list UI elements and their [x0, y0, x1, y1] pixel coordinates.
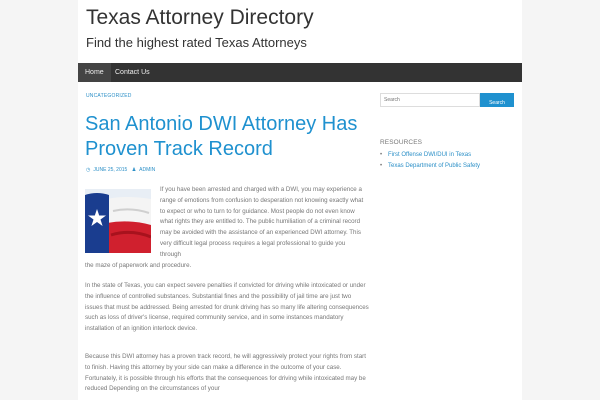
texas-flag-image: [85, 189, 151, 253]
resource-link-first-offense[interactable]: First Offense DWI/DUI in Texas: [380, 152, 471, 158]
resources-widget-title: RESOURCES: [380, 139, 423, 146]
nav-item-home[interactable]: Home: [78, 63, 111, 82]
post-paragraph-1-continued: the maze of paperwork and procedure.: [85, 262, 192, 269]
resource-link-public-safety[interactable]: Texas Department of Public Safety: [380, 163, 480, 169]
post-meta: ◷ JUNE 25, 2015 ♟ ADMIN: [86, 167, 158, 173]
user-icon: ♟: [131, 167, 137, 173]
post-paragraph-3: Because this DWI attorney has a proven t…: [85, 353, 366, 393]
site-description: Find the highest rated Texas Attorneys: [86, 35, 307, 50]
post-category-link[interactable]: UNCATEGORIZED: [86, 93, 132, 99]
post-paragraph-1: If you have been arrested and charged wi…: [160, 186, 364, 258]
post-date-link[interactable]: JUNE 25, 2015: [93, 167, 127, 173]
clock-icon: ◷: [86, 167, 91, 173]
page: Texas Attorney Directory Find the highes…: [0, 0, 600, 400]
site-title[interactable]: Texas Attorney Directory: [86, 6, 314, 30]
post-paragraph-2: In the state of Texas, you can expect se…: [85, 282, 369, 333]
post-author-link[interactable]: ADMIN: [139, 167, 155, 173]
nav-item-contact-us[interactable]: Contact Us: [108, 63, 157, 82]
post-title[interactable]: San Antonio DWI Attorney Has Proven Trac…: [85, 112, 365, 162]
search-button[interactable]: Search: [480, 93, 514, 107]
search-input[interactable]: [380, 93, 480, 107]
site-container: Texas Attorney Directory Find the highes…: [78, 0, 522, 400]
main-navigation: Home Contact Us: [78, 63, 522, 82]
